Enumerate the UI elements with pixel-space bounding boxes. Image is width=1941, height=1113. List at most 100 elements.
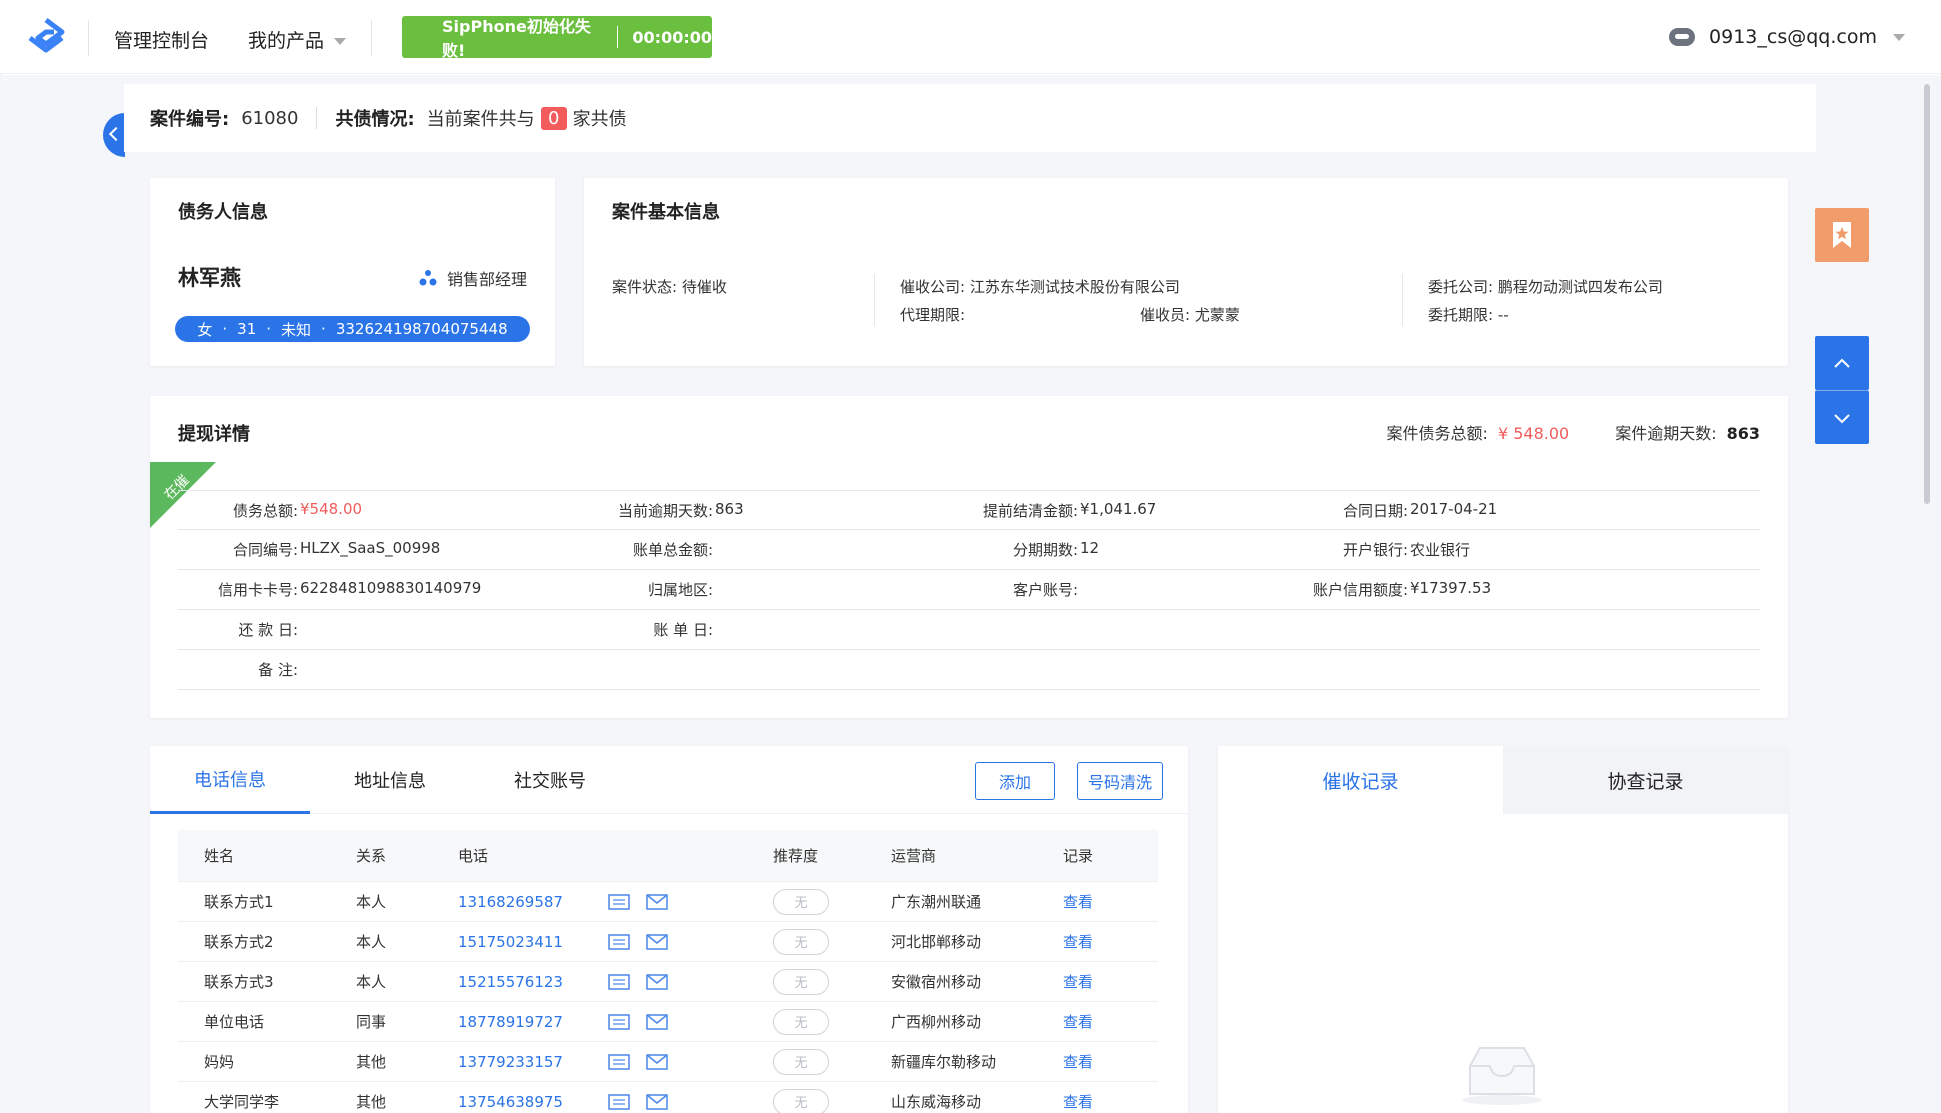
agent-period: 代理期限: [900,304,965,325]
shared-debt-suffix: 家共债 [572,109,627,130]
withdraw-field: 信用卡卡号: 6228481098830140979 [178,579,481,600]
withdraw-row: 还 款 日: 账 单 日: [178,610,1760,650]
page-scrollbar[interactable] [1924,84,1930,504]
recommend-cell: 无 [773,1048,891,1075]
debtor-name: 林军燕 [178,266,241,290]
client-period: 委托期限: -- [1428,304,1509,325]
debtor-gender: 女 [197,320,213,339]
nav-products-dropdown[interactable]: 我的产品 [248,26,347,53]
phone-table-body: 联系方式1 本人 13168269587 无广东潮州联通 查看 联系方式2 本人 151750… [178,882,1158,1113]
contact-actions [608,1053,773,1071]
nav-console[interactable]: 管理控制台 [114,26,209,53]
mail-icon[interactable] [646,933,668,951]
view-record-link[interactable]: 查看 [1063,971,1093,992]
shared-debt-label: 共债情况: [335,109,415,130]
contact-relation: 同事 [356,1013,387,1031]
withdraw-field: 债务总额: ¥548.00 [178,500,362,521]
tab-collection-records[interactable]: 催收记录 [1218,746,1503,814]
contact-phone-link[interactable]: 13168269587 [458,893,608,911]
org-icon [419,270,437,286]
nav-products-label: 我的产品 [248,30,325,52]
withdraw-field: 归属地区: [593,579,715,600]
contact-phone-link[interactable]: 15175023411 [458,933,608,951]
mail-icon[interactable] [646,973,668,991]
view-record-link[interactable]: 查看 [1063,891,1093,912]
withdraw-field-value: 863 [715,499,744,518]
view-record-link[interactable]: 查看 [1063,1091,1093,1112]
table-row: 联系方式1 本人 13168269587 无 广东潮州联通 查看 [178,882,1158,922]
contact-phone-link[interactable]: 13779233157 [458,1053,608,1071]
tab-phone-info[interactable]: 电话信息 [150,746,310,814]
col-record-header: 记录 [1063,847,1094,865]
contact-phone-link[interactable]: 15215576123 [458,973,608,991]
withdraw-field-label: 提前结清金额: [982,501,1078,520]
logo-icon[interactable] [26,17,66,57]
view-record-link[interactable]: 查看 [1063,931,1093,952]
recommend-cell: 无 [773,928,891,955]
withdraw-field: 账户信用额度: ¥17397.53 [1288,579,1491,600]
table-row: 大学同学李 其他 13754638975 无 山东威海移动 查看 [178,1082,1158,1113]
case-status: 案件状态: 待催收 [612,276,727,297]
contact-name: 大学同学李 [204,1093,280,1111]
recommend-badge: 无 [773,1088,829,1113]
withdraw-field-label: 开户银行: [1342,541,1408,559]
call-record-icon[interactable] [608,973,630,991]
withdraw-field-label: 当前逾期天数: [617,501,713,520]
user-email: 0913_cs@qq.com [1709,26,1877,48]
shared-debt-count-badge[interactable]: 0 [540,106,567,130]
debtor-marital: 未知 [281,320,312,339]
mail-icon[interactable] [646,893,668,911]
mail-icon[interactable] [646,1093,668,1111]
overdue-days-label: 案件逾期天数: [1615,424,1717,443]
tab-social-accounts[interactable]: 社交账号 [470,746,630,814]
table-row: 联系方式3 本人 15215576123 无 安徽宿州移动 查看 [178,962,1158,1002]
tab-investigation-records[interactable]: 协查记录 [1503,746,1788,814]
mail-icon[interactable] [646,1013,668,1031]
chevron-down-icon [1834,414,1850,424]
collector: 催收员: 尤蒙蒙 [1140,304,1240,325]
table-row: 妈妈 其他 13779233157 无 新疆库尔勒移动 查看 [178,1042,1158,1082]
case-info-card: 案件基本信息 案件状态: 待催收 催收公司: 江苏东华测试技术股份有限公司 代理… [584,178,1788,366]
add-button[interactable]: 添加 [975,762,1055,800]
withdraw-field: 提前结清金额: ¥1,041.67 [958,500,1156,521]
call-record-icon[interactable] [608,1013,630,1031]
client-period-label: 委托期限: [1428,306,1494,324]
view-record-link[interactable]: 查看 [1063,1051,1093,1072]
contact-actions [608,933,773,951]
contact-phone-link[interactable]: 18778919727 [458,1013,608,1031]
call-record-icon[interactable] [608,1053,630,1071]
number-clean-button[interactable]: 号码清洗 [1077,762,1163,800]
contact-name: 单位电话 [204,1013,265,1031]
withdraw-field-value: 6228481098830140979 [300,579,482,597]
bookmark-icon [1833,222,1851,248]
contact-carrier: 新疆库尔勒移动 [891,1053,997,1071]
withdraw-field: 合同编号: HLZX_SaaS_00998 [178,539,440,560]
table-row: 单位电话 同事 18778919727 无 广西柳州移动 查看 [178,1002,1158,1042]
withdraw-row: 合同编号: HLZX_SaaS_00998 账单总金额: 分期期数: 12 开户银行: 农业… [178,530,1760,570]
sip-timer: 00:00:00 [632,27,712,47]
scroll-up-button[interactable] [1815,336,1869,390]
call-record-icon[interactable] [608,1093,630,1111]
withdraw-field-label: 信用卡卡号: [217,581,298,599]
recommend-cell: 无 [773,1008,891,1035]
withdraw-field-label: 合同编号: [232,541,298,559]
call-record-icon[interactable] [608,933,630,951]
col-recommend-header: 推荐度 [773,847,819,865]
call-record-icon[interactable] [608,893,630,911]
view-record-link[interactable]: 查看 [1063,1011,1093,1032]
withdraw-field-value: HLZX_SaaS_00998 [300,539,441,557]
table-row: 联系方式2 本人 15175023411 无 河北邯郸移动 查看 [178,922,1158,962]
contact-relation: 本人 [356,893,387,911]
user-menu[interactable]: 0913_cs@qq.com [1669,26,1905,48]
tab-address-info[interactable]: 地址信息 [310,746,470,814]
overdue-days: 案件逾期天数: 863 [1615,420,1760,444]
contact-carrier: 山东威海移动 [891,1093,982,1111]
mail-icon[interactable] [646,1053,668,1071]
debtor-role: 销售部经理 [419,266,527,290]
divider [316,107,318,129]
contact-phone-link[interactable]: 13754638975 [458,1093,608,1111]
bookmark-button[interactable] [1815,208,1869,262]
scroll-down-button[interactable] [1815,390,1869,444]
divider [371,20,372,56]
chevron-down-icon [334,38,347,45]
